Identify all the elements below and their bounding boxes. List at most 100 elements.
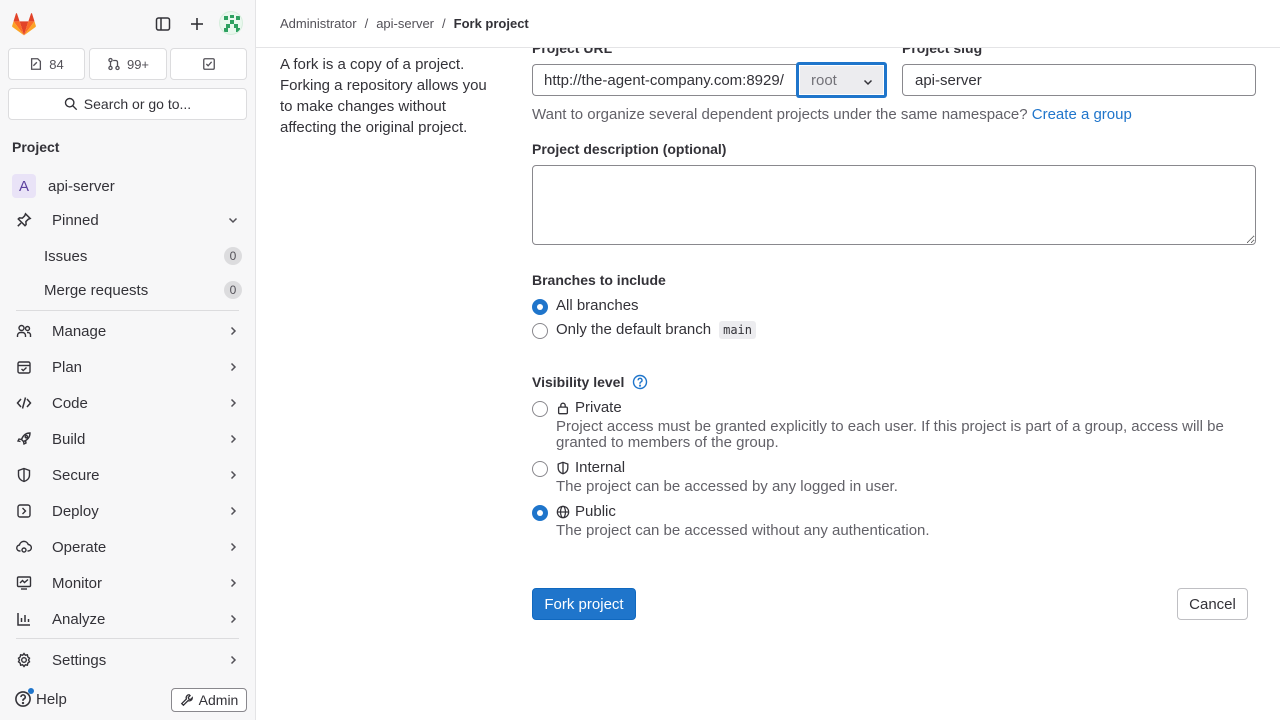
sidebar-item-code[interactable]: Code [8,387,247,419]
sidebar-item-label: Manage [52,322,107,340]
breadcrumb: Administrator / api-server / Fork projec… [280,16,529,31]
admin-button[interactable]: Admin [171,688,247,712]
default-branch-text: Only the default branch [556,321,712,338]
sidebar-item-label: Monitor [52,574,103,592]
visibility-title-public: Public [575,503,616,520]
visibility-option-title: Private [556,399,1256,416]
pinned-item-merge-requests[interactable]: Merge requests 0 [8,274,247,306]
chevron-right-icon [230,542,237,552]
sidebar-item-label: Settings [52,651,107,669]
namespace-select[interactable]: root [797,63,886,97]
merge-request-icon [108,57,120,71]
visibility-option-private[interactable]: Private Project access must be granted e… [532,399,1256,451]
radio-all-branches[interactable] [532,299,548,315]
help-label: Help [36,690,67,708]
project-description-textarea[interactable] [532,165,1256,245]
sidebar-item-label: Operate [52,538,107,556]
branches-label: Branches to include [532,272,666,288]
chevron-right-icon [230,506,237,516]
shield-icon [16,467,32,483]
code-icon [16,395,32,411]
namespace-value: root [811,71,837,89]
sidebar: 84 99+ Search or go to... Project A api-… [0,0,256,720]
section-title: Project [12,139,60,155]
visibility-title-private: Private [575,399,622,416]
visibility-option-public[interactable]: Public The project can be accessed witho… [532,503,1256,539]
sidebar-item-settings[interactable]: Settings [8,644,247,676]
breadcrumb-fork-project[interactable]: Fork project [454,16,529,31]
count-badge: 0 [224,281,242,299]
question-circle-icon[interactable] [632,374,648,390]
rocket-icon [16,431,32,447]
sidebar-item-manage[interactable]: Manage [8,315,247,347]
issues-counter-button[interactable]: 84 [8,48,85,80]
sidebar-item-label: Secure [52,466,100,484]
search-button[interactable]: Search or go to... [8,88,247,120]
sidebar-item-label: Plan [52,358,83,376]
sidebar-item-label: Code [52,394,88,412]
todos-counter-button[interactable] [170,48,247,80]
breadcrumb-administrator[interactable]: Administrator [280,16,357,31]
project-link[interactable]: A api-server [8,170,247,202]
pinned-item-label: Issues [44,247,88,265]
project-slug-input[interactable] [902,64,1256,96]
sidebar-item-plan[interactable]: Plan [8,351,247,383]
users-icon [16,323,32,339]
visibility-option-internal[interactable]: Internal The project can be accessed by … [532,459,1256,495]
sidebar-item-analyze[interactable]: Analyze [8,603,247,635]
chevron-right-icon [230,470,237,480]
divider [16,310,239,311]
visibility-label-text: Visibility level [532,374,625,390]
sidebar-toggle-icon[interactable] [151,12,175,36]
chevron-right-icon [230,578,237,588]
visibility-option-text: Public The project can be accessed witho… [556,503,1256,539]
sidebar-item-deploy[interactable]: Deploy [8,495,247,527]
pin-icon [16,212,32,228]
visibility-option-title: Public [556,503,1256,520]
radio-internal[interactable] [532,461,548,477]
radio-private[interactable] [532,401,548,417]
search-label: Search or go to... [83,96,192,112]
pinned-section-toggle[interactable]: Pinned [8,204,247,236]
sidebar-item-secure[interactable]: Secure [8,459,247,491]
sidebar-item-label: Analyze [52,610,106,628]
plus-icon[interactable] [185,12,209,36]
breadcrumb-api-server[interactable]: api-server [376,16,434,31]
search-icon [64,97,77,111]
branch-option-default[interactable]: Only the default branch main [532,321,757,339]
sidebar-item-monitor[interactable]: Monitor [8,567,247,599]
sidebar-item-operate[interactable]: Operate [8,531,247,563]
merge-requests-count: 99+ [126,56,150,72]
visibility-desc-public: The project can be accessed without any … [556,522,930,539]
help-button[interactable]: Help [14,688,67,708]
radio-default-branch[interactable] [532,323,548,339]
pinned-item-label: Merge requests [44,281,149,299]
fork-project-button[interactable]: Fork project [532,588,636,620]
sidebar-item-build[interactable]: Build [8,423,247,455]
branch-option-label: Only the default branch main [556,321,757,339]
branch-option-label: All branches [556,297,639,314]
branch-option-all[interactable]: All branches [532,297,639,315]
globe-icon [556,505,570,518]
radio-public[interactable] [532,505,548,521]
merge-requests-counter-button[interactable]: 99+ [89,48,167,80]
todo-check-icon [202,58,215,70]
visibility-label: Visibility level [532,374,648,390]
breadcrumb-separator: / [364,16,369,31]
chevron-right-icon [230,614,237,624]
admin-label: Admin [198,692,239,708]
sidebar-item-label: Build [52,430,86,448]
divider [16,638,239,639]
lock-icon [557,402,569,414]
cancel-button[interactable]: Cancel [1177,588,1248,620]
chevron-down-icon [863,79,873,86]
gitlab-logo-icon[interactable] [10,10,38,38]
chart-icon [16,611,32,627]
pinned-item-issues[interactable]: Issues 0 [8,240,247,272]
user-avatar[interactable] [219,11,243,35]
visibility-option-text: Internal The project can be accessed by … [556,459,1256,495]
sidebar-header [0,0,256,48]
project-name: api-server [48,177,115,195]
create-group-link[interactable]: Create a group [1032,106,1132,123]
calendar-icon [16,359,32,375]
